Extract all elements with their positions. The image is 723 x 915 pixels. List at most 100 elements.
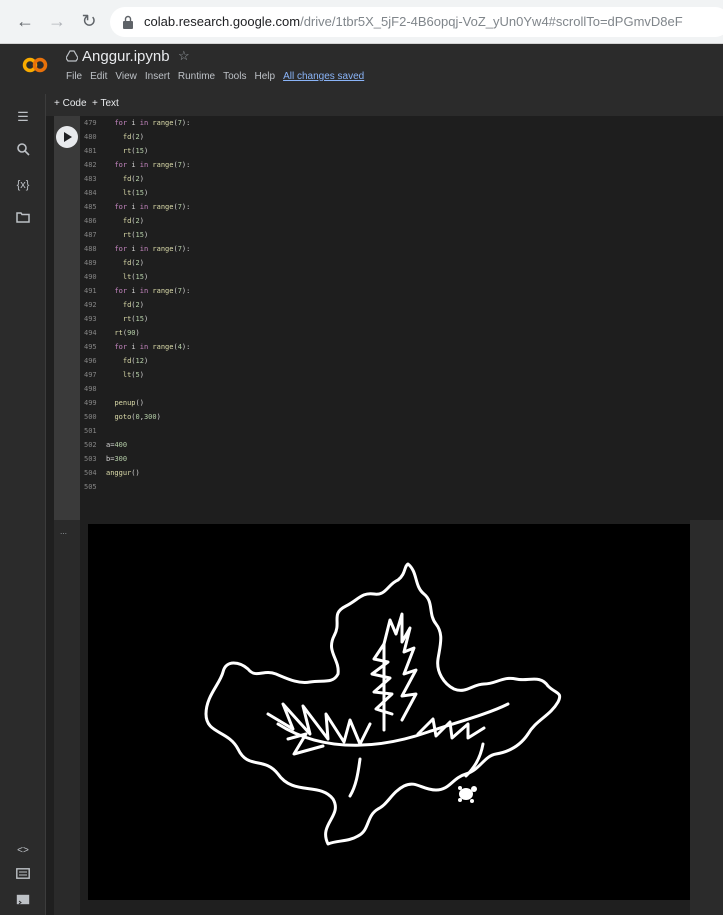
code-line[interactable]: 497 lt(5) <box>80 370 144 381</box>
code-line[interactable]: 482 for i in range(7): <box>80 160 190 171</box>
command-palette-icon[interactable] <box>13 866 33 884</box>
line-number: 488 <box>84 245 97 253</box>
code-line[interactable]: 499 penup() <box>80 398 144 409</box>
code-text: b=300 <box>106 455 128 463</box>
line-number: 486 <box>84 217 97 225</box>
code-line[interactable]: 496 fd(12) <box>80 356 148 367</box>
code-snippets-icon[interactable]: <> <box>13 842 33 860</box>
menu-insert[interactable]: Insert <box>145 71 170 82</box>
menu-bar: File Edit View Insert Runtime Tools Help… <box>66 71 364 82</box>
search-icon[interactable] <box>13 142 33 160</box>
menu-edit[interactable]: Edit <box>90 71 107 82</box>
line-number: 503 <box>84 455 97 463</box>
drive-icon <box>66 50 78 62</box>
reload-icon[interactable]: ↻ <box>78 10 100 32</box>
forward-arrow-icon[interactable]: → <box>46 10 68 32</box>
code-line[interactable]: 505 <box>80 482 106 493</box>
line-number: 484 <box>84 189 97 197</box>
menu-view[interactable]: View <box>115 71 137 82</box>
menu-help[interactable]: Help <box>254 71 275 82</box>
cell-gutter <box>54 116 80 520</box>
line-number: 492 <box>84 301 97 309</box>
line-number: 494 <box>84 329 97 337</box>
line-number: 502 <box>84 441 97 449</box>
star-icon[interactable]: ☆ <box>178 48 190 64</box>
code-text: for i in range(7): <box>114 287 191 295</box>
code-text: fd(2) <box>122 175 144 183</box>
code-text: fd(12) <box>122 357 149 365</box>
code-text: fd(2) <box>122 217 144 225</box>
output-gutter <box>54 520 80 915</box>
url-path: /drive/1tbr5X_5jF2-4B6opqj-VoZ_yUn0Yw4#s… <box>300 14 683 29</box>
line-number: 479 <box>84 119 97 127</box>
notebook-title[interactable]: Anggur.ipynb <box>82 48 170 65</box>
code-line[interactable]: 500 goto(0,300) <box>80 412 161 423</box>
line-number: 505 <box>84 483 97 491</box>
address-bar[interactable]: colab.research.google.com/drive/1tbr5X_5… <box>110 7 723 37</box>
code-line[interactable]: 502 a=400 <box>80 440 127 451</box>
colab-header: Anggur.ipynb ☆ File Edit View Insert Run… <box>0 44 723 94</box>
code-text: for i in range(7): <box>114 119 191 127</box>
code-line[interactable]: 481 rt(15) <box>80 146 148 157</box>
line-number: 482 <box>84 161 97 169</box>
line-number: 487 <box>84 231 97 239</box>
code-line[interactable]: 491 for i in range(7): <box>80 286 190 297</box>
code-text: for i in range(7): <box>114 203 191 211</box>
code-line[interactable]: 492 fd(2) <box>80 300 144 311</box>
url-domain: colab.research.google.com <box>144 14 301 29</box>
back-arrow-icon[interactable]: ← <box>14 10 36 32</box>
code-line[interactable]: 485 for i in range(7): <box>80 202 190 213</box>
menu-file[interactable]: File <box>66 71 82 82</box>
add-code-button[interactable]: + Code <box>54 98 87 109</box>
code-line[interactable]: 501 <box>80 426 106 437</box>
output-menu-icon[interactable]: ⋯ <box>60 530 67 538</box>
menu-runtime[interactable]: Runtime <box>178 71 215 82</box>
line-number: 481 <box>84 147 97 155</box>
table-of-contents-icon[interactable]: ☰ <box>13 108 33 126</box>
code-line[interactable]: 487 rt(15) <box>80 230 148 241</box>
code-text: for i in range(7): <box>114 161 191 169</box>
files-icon[interactable] <box>13 210 33 228</box>
line-number: 493 <box>84 315 97 323</box>
code-line[interactable]: 494 rt(90) <box>80 328 140 339</box>
code-line[interactable]: 479 for i in range(7): <box>80 118 190 129</box>
colab-logo-icon[interactable] <box>22 57 48 73</box>
code-text: rt(15) <box>122 315 149 323</box>
code-line[interactable]: 503 b=300 <box>80 454 127 465</box>
code-line[interactable]: 488 for i in range(7): <box>80 244 190 255</box>
add-text-button[interactable]: + Text <box>92 98 119 109</box>
line-number: 495 <box>84 343 97 351</box>
code-line[interactable]: 489 fd(2) <box>80 258 144 269</box>
code-text: fd(2) <box>122 259 144 267</box>
url-text: colab.research.google.com/drive/1tbr5X_5… <box>144 14 683 29</box>
right-margin <box>690 520 723 915</box>
code-line[interactable]: 498 <box>80 384 106 395</box>
code-text: for i in range(7): <box>114 245 191 253</box>
variables-icon[interactable]: {x} <box>13 176 33 194</box>
code-line[interactable]: 483 fd(2) <box>80 174 144 185</box>
code-text: lt(15) <box>122 189 149 197</box>
run-cell-button[interactable] <box>56 126 78 148</box>
code-line[interactable]: 484 lt(15) <box>80 188 148 199</box>
code-line[interactable]: 493 rt(15) <box>80 314 148 325</box>
right-frond <box>416 717 486 740</box>
saved-status[interactable]: All changes saved <box>283 71 364 82</box>
code-text: goto(0,300) <box>114 413 161 421</box>
menu-tools[interactable]: Tools <box>223 71 246 82</box>
line-number: 490 <box>84 273 97 281</box>
cell-toolbar: + Code + Text <box>46 94 723 116</box>
code-text: rt(90) <box>114 329 140 337</box>
code-text: lt(15) <box>122 273 149 281</box>
left-sidebar: ☰ {x} <> <box>0 94 46 915</box>
code-line[interactable]: 495 for i in range(4): <box>80 342 190 353</box>
code-editor[interactable]: 479 for i in range(7): 480 fd(2) 481 rt(15… <box>80 116 723 520</box>
code-line[interactable]: 486 fd(2) <box>80 216 144 227</box>
line-number: 499 <box>84 399 97 407</box>
code-line[interactable]: 480 fd(2) <box>80 132 144 143</box>
line-number: 491 <box>84 287 97 295</box>
code-line[interactable]: 504 anggur() <box>80 468 140 479</box>
line-number: 497 <box>84 371 97 379</box>
code-line[interactable]: 490 lt(15) <box>80 272 148 283</box>
terminal-icon[interactable] <box>13 892 33 910</box>
turtle-cursor <box>458 786 477 803</box>
